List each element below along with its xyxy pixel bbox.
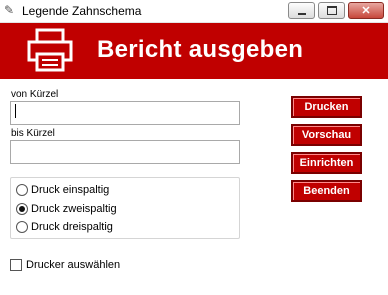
minimize-icon: [297, 12, 306, 15]
header-banner: Bericht ausgeben: [0, 23, 388, 79]
radio-button[interactable]: [16, 184, 28, 196]
from-code-input[interactable]: [10, 101, 240, 125]
radio-two-column[interactable]: Druck zweispaltig: [16, 201, 117, 217]
select-printer-label: Drucker auswählen: [26, 259, 121, 271]
radio-three-column[interactable]: Druck dreispaltig: [16, 219, 113, 235]
title-bar: ✎ Legende Zahnschema ✕: [0, 0, 388, 23]
radio-button[interactable]: [16, 221, 28, 233]
banner-title: Bericht ausgeben: [97, 36, 304, 63]
setup-button[interactable]: Einrichten: [291, 152, 362, 174]
close-button[interactable]: ✕: [348, 2, 384, 19]
radio-label: Druck dreispaltig: [31, 221, 113, 233]
app-icon: ✎: [4, 3, 15, 17]
radio-label: Druck zweispaltig: [31, 203, 117, 215]
select-printer-option[interactable]: Drucker auswählen: [10, 257, 120, 273]
close-icon: ✕: [361, 5, 371, 17]
radio-label: Druck einspaltig: [31, 184, 110, 196]
text-caret: [15, 104, 16, 118]
preview-button[interactable]: Vorschau: [291, 124, 362, 146]
select-printer-checkbox[interactable]: [10, 259, 22, 271]
maximize-icon: [326, 6, 337, 15]
print-button[interactable]: Drucken: [291, 96, 362, 118]
to-code-label: bis Kürzel: [11, 128, 55, 139]
radio-button[interactable]: [16, 203, 28, 215]
exit-button[interactable]: Beenden: [291, 180, 362, 202]
from-code-label: von Kürzel: [11, 89, 59, 100]
to-code-input[interactable]: [10, 140, 240, 164]
minimize-button[interactable]: [288, 2, 315, 19]
radio-single-column[interactable]: Druck einspaltig: [16, 182, 109, 198]
maximize-button[interactable]: [318, 2, 345, 19]
window-title: Legende Zahnschema: [22, 4, 142, 18]
printer-icon: [27, 28, 73, 72]
